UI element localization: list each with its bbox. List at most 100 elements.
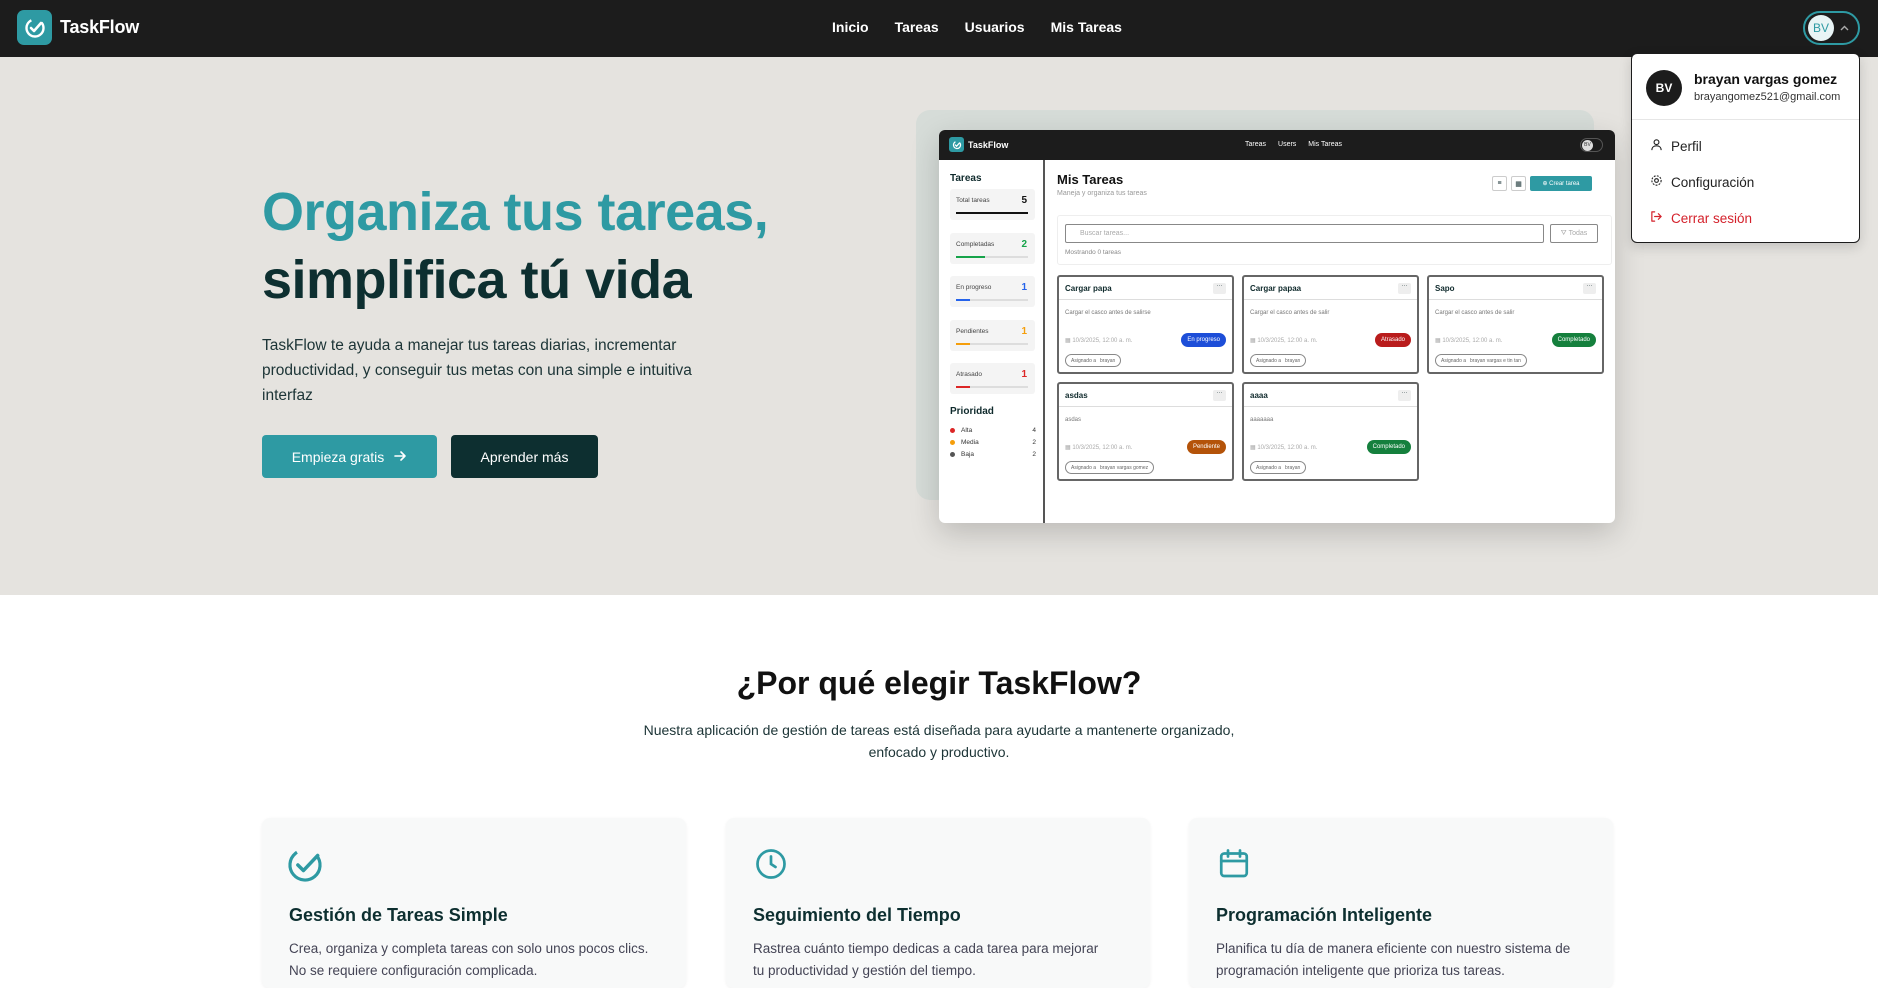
dropdown-user-name: brayan vargas gomez	[1694, 71, 1838, 87]
features-subtitle: Nuestra aplicación de gestión de tareas …	[643, 722, 1235, 760]
preview-avatar-initials: BV	[1582, 139, 1593, 151]
check-circle-icon	[286, 846, 324, 889]
preview-status-text: Pendiente	[1192, 444, 1220, 450]
preview-task-desc: Cargar el casco antes de salir	[1250, 310, 1330, 316]
preview-stat-bar	[956, 212, 1028, 214]
preview-sidebar: Tareas Total tareas 5 Completadas 2 En progr…	[939, 160, 1045, 523]
preview-task-date-text: 10/3/2025, 12:00 a. m.	[1442, 338, 1503, 344]
priority-dot-icon	[950, 452, 955, 457]
preview-status-badge: Completado	[1366, 440, 1411, 454]
preview-task-title: aaaa	[1250, 391, 1268, 400]
user-menu-button[interactable]: BV	[1803, 11, 1860, 45]
preview-stat-label: Completadas	[956, 240, 995, 248]
preview-priority-count: 2	[1032, 439, 1036, 446]
preview-assignee-name: brayan vargas gomez	[1100, 464, 1149, 471]
preview-status-text: Atrasado	[1380, 337, 1405, 343]
preview-stat-card: En progreso 1	[950, 276, 1035, 307]
brand[interactable]: TaskFlow	[17, 10, 139, 45]
nav-link-mis-tareas[interactable]: Mis Tareas	[1051, 19, 1122, 35]
preview-priority-title: Prioridad	[950, 406, 994, 417]
hero-title: Organiza tus tareas, simplifica tú vida	[262, 178, 769, 314]
more-icon: ···	[1213, 390, 1226, 401]
preview-filter-label: Todas	[1568, 230, 1588, 237]
preview-search-input: Buscar tareas...	[1065, 224, 1544, 243]
start-free-button[interactable]: Empieza gratis	[262, 435, 437, 478]
preview-task-card: asdas ··· asdas ▦ 10/3/2025, 12:00 a. m. Pen…	[1057, 382, 1234, 481]
feature-title: Seguimiento del Tiempo	[753, 905, 961, 925]
menu-item-settings[interactable]: Configuración	[1650, 174, 1754, 190]
more-icon: ···	[1583, 283, 1596, 294]
preview-avatar: BV	[1580, 138, 1603, 152]
preview-task-date: ▦ 10/3/2025, 12:00 a. m.	[1065, 445, 1133, 451]
preview-stat-value: 1	[1021, 325, 1027, 337]
calendar-icon	[1216, 846, 1252, 887]
preview-task-divider	[1059, 406, 1232, 407]
feature-card-tasks: Gestión de Tareas Simple Crea, organiza …	[262, 818, 686, 988]
features-title: ¿Por qué elegir TaskFlow?	[736, 665, 1142, 701]
preview-task-title: Sapo	[1435, 284, 1455, 293]
preview-priority-label: Baja	[961, 451, 975, 458]
nav-link-usuarios[interactable]: Usuarios	[965, 19, 1025, 35]
preview-stat-label: Total tareas	[956, 197, 990, 204]
feature-description: Rastrea cuánto tiempo dedicas a cada tar…	[753, 941, 1099, 978]
preview-task-card: Cargar papa ··· Cargar el casco antes de s…	[1057, 275, 1234, 374]
learn-more-button[interactable]: Aprender más	[451, 435, 598, 478]
preview-task-desc: asdas	[1065, 417, 1082, 423]
preview-assignee-pill: Asignado a brayan vargas e tin tan	[1435, 354, 1527, 367]
preview-assignee-pill: Asignado a brayan	[1250, 461, 1307, 474]
menu-item-profile[interactable]: Perfil	[1650, 138, 1702, 154]
preview-status-badge: Atrasado	[1374, 333, 1411, 347]
preview-link: Tareas	[1245, 141, 1267, 148]
preview-sidebar-title: Tareas	[950, 173, 982, 184]
preview-priority-row: Media 2	[950, 439, 1036, 446]
preview-logo-icon	[949, 137, 964, 152]
preview-assignee-name: brayan	[1285, 464, 1301, 471]
preview-stat-value: 5	[1021, 195, 1027, 206]
preview-assignee-name: brayan	[1285, 357, 1301, 364]
start-free-label: Empieza gratis	[291, 448, 385, 465]
preview-brand: TaskFlow	[949, 137, 1008, 152]
preview-link: Users	[1278, 141, 1297, 148]
preview-assigned-prefix: Asignado a	[1071, 357, 1097, 364]
preview-create-button: ⊕ Crear tarea	[1530, 176, 1592, 191]
preview-priority-row: Baja 2	[950, 451, 1036, 458]
priority-dot-icon	[950, 428, 955, 433]
more-icon: ···	[1213, 283, 1226, 294]
user-dropdown-menu: BV brayan vargas gomez brayangomez521@gm…	[1631, 53, 1860, 243]
preview-task-date-text: 10/3/2025, 12:00 a. m.	[1257, 338, 1318, 344]
preview-task-desc: Cargar el casco antes de salir	[1435, 310, 1515, 316]
arrow-right-icon	[394, 449, 407, 465]
nav-link-tareas[interactable]: Tareas	[895, 19, 939, 35]
preview-stat-card: Atrasado 1	[950, 363, 1035, 394]
preview-task-title: Cargar papa	[1065, 284, 1112, 293]
preview-task-divider	[1059, 299, 1232, 300]
preview-task-date: ▦ 10/3/2025, 12:00 a. m.	[1435, 338, 1503, 344]
gear-icon	[1650, 174, 1663, 190]
preview-task-title: Cargar papaa	[1250, 284, 1302, 293]
avatar: BV	[1808, 15, 1834, 41]
menu-item-logout[interactable]: Cerrar sesión	[1650, 210, 1752, 226]
preview-task-date: ▦ 10/3/2025, 12:00 a. m.	[1065, 338, 1133, 344]
preview-toolbar: ≡ ▦ ⊕ Crear tarea	[1492, 176, 1592, 191]
feature-card-scheduling: Programación Inteligente Planifica tu dí…	[1189, 818, 1613, 988]
preview-task-title: asdas	[1065, 391, 1088, 400]
grid-view-icon: ▦	[1511, 176, 1526, 191]
preview-stat-card: Total tareas 5	[950, 189, 1035, 220]
hero-title-line2: simplifica tú vida	[262, 250, 692, 310]
preview-assigned-prefix: Asignado a	[1071, 464, 1097, 471]
preview-assigned-prefix: Asignado a	[1441, 357, 1467, 364]
dropdown-user-email: brayangomez521@gmail.com	[1694, 91, 1841, 103]
feature-card-time: Seguimiento del Tiempo Rastrea cuánto ti…	[726, 818, 1150, 988]
app-preview: TaskFlow Tareas Users Mis Tareas BV Tare…	[939, 130, 1615, 523]
more-icon: ···	[1398, 283, 1411, 294]
clock-icon	[753, 846, 789, 887]
preview-stat-value: 1	[1021, 369, 1027, 380]
nav-link-inicio[interactable]: Inicio	[832, 19, 869, 35]
preview-status-text: Completado	[1557, 337, 1590, 343]
preview-main: Mis Tareas Maneja y organiza tus tareas …	[1047, 160, 1615, 523]
preview-stat-bar	[956, 342, 1028, 345]
preview-status-badge: Completado	[1551, 333, 1596, 347]
preview-priority-label: Alta	[961, 427, 973, 434]
user-icon	[1650, 138, 1663, 154]
preview-link: Mis Tareas	[1308, 141, 1343, 148]
